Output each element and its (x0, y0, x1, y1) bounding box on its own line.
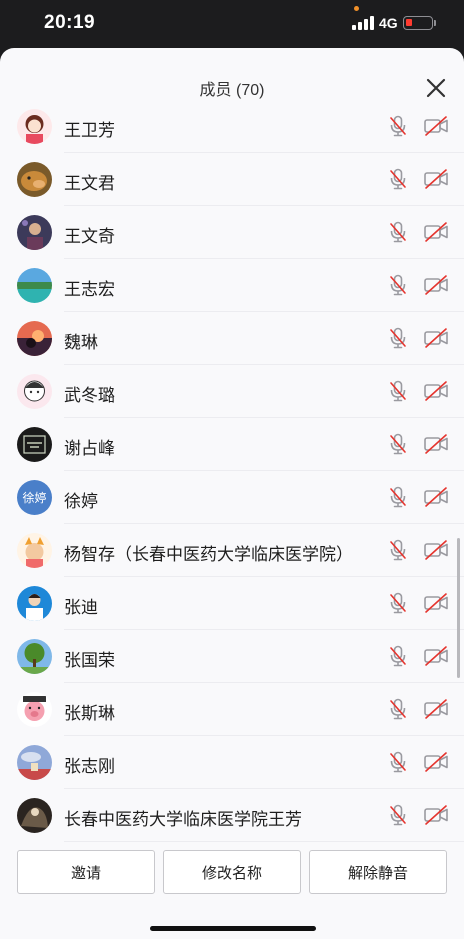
member-row[interactable]: 长春中医药大学临床医学院王芳 (0, 789, 464, 842)
unmute-all-button[interactable]: 解除静音 (309, 850, 447, 894)
camera-off-icon[interactable] (423, 274, 449, 296)
camera-off-icon[interactable] (423, 168, 449, 190)
member-name: 张斯琳 (64, 704, 115, 723)
sheet-header: 成员 (70) (0, 48, 464, 110)
member-name: 徐婷 (64, 492, 98, 511)
page-title: 成员 (70) (199, 82, 265, 99)
home-indicator[interactable] (150, 926, 316, 931)
member-name: 王志宏 (64, 280, 115, 299)
mic-muted-icon[interactable] (386, 114, 410, 138)
mic-muted-icon[interactable] (386, 485, 410, 509)
close-button[interactable] (424, 76, 448, 100)
member-row[interactable]: 徐婷 徐婷 (0, 471, 464, 524)
mic-muted-icon[interactable] (386, 273, 410, 297)
member-row[interactable]: 张迪 (0, 577, 464, 630)
member-name: 张迪 (64, 598, 98, 617)
members-sheet: 成员 (70) 王卫芳王文君王文奇王志宏魏琳武冬璐谢占峰徐婷 徐婷杨智存（长春中医… (0, 48, 464, 939)
invite-button[interactable]: 邀请 (17, 850, 155, 894)
mic-muted-icon[interactable] (386, 803, 410, 827)
mic-muted-icon[interactable] (386, 326, 410, 350)
member-row[interactable]: 王文奇 (0, 206, 464, 259)
member-name: 王文奇 (64, 227, 115, 246)
status-bar: 20:19 4G (0, 0, 464, 48)
mic-muted-icon[interactable] (386, 379, 410, 403)
camera-off-icon[interactable] (423, 115, 449, 137)
sketch-girl-avatar (17, 374, 52, 409)
member-name: 张国荣 (64, 651, 115, 670)
mic-muted-icon[interactable] (386, 432, 410, 456)
camera-off-icon[interactable] (423, 221, 449, 243)
member-name: 杨智存（长春中医药大学临床医学院） (64, 545, 353, 564)
mic-muted-icon[interactable] (386, 644, 410, 668)
portrait-photo-avatar (17, 215, 52, 250)
camera-off-icon[interactable] (423, 592, 449, 614)
network-type: 4G (379, 15, 398, 31)
camera-off-icon[interactable] (423, 380, 449, 402)
sky-photo-avatar (17, 745, 52, 780)
dog-photo-avatar (17, 162, 52, 197)
camera-off-icon[interactable] (423, 804, 449, 826)
camera-off-icon[interactable] (423, 486, 449, 508)
dark-calligraphy-avatar (17, 427, 52, 462)
mic-muted-icon[interactable] (386, 220, 410, 244)
tree-photo-avatar (17, 639, 52, 674)
cartoon-pig-avatar (17, 692, 52, 727)
camera-off-icon[interactable] (423, 433, 449, 455)
camera-off-icon[interactable] (423, 698, 449, 720)
row-divider (64, 841, 464, 842)
member-name: 长春中医药大学临床医学院王芳 (64, 810, 302, 829)
status-time: 20:19 (44, 12, 96, 33)
signal-icon (352, 16, 374, 30)
dark-photo-avatar (17, 798, 52, 833)
member-row[interactable]: 武冬璐 (0, 365, 464, 418)
camera-off-icon[interactable] (423, 645, 449, 667)
initials-avatar: 徐婷 (17, 480, 52, 515)
camera-off-icon[interactable] (423, 327, 449, 349)
camera-off-icon[interactable] (423, 539, 449, 561)
member-name: 武冬璐 (64, 386, 115, 405)
member-row[interactable]: 王志宏 (0, 259, 464, 312)
person-photo-avatar (17, 586, 52, 621)
battery-cap (434, 20, 436, 26)
notification-dot (354, 6, 359, 11)
member-list[interactable]: 王卫芳王文君王文奇王志宏魏琳武冬璐谢占峰徐婷 徐婷杨智存（长春中医药大学临床医学院… (0, 106, 464, 884)
close-icon (426, 78, 446, 98)
member-name: 魏琳 (64, 333, 98, 352)
member-row[interactable]: 魏琳 (0, 312, 464, 365)
mic-muted-icon[interactable] (386, 750, 410, 774)
member-row[interactable]: 谢占峰 (0, 418, 464, 471)
member-row[interactable]: 杨智存（长春中医药大学临床医学院） (0, 524, 464, 577)
sunset-photo-avatar (17, 321, 52, 356)
mic-muted-icon[interactable] (386, 591, 410, 615)
member-row[interactable]: 王文君 (0, 153, 464, 206)
cartoon-girl-avatar (17, 109, 52, 144)
member-name: 王卫芳 (64, 121, 115, 140)
mic-muted-icon[interactable] (386, 697, 410, 721)
member-row[interactable]: 王卫芳 (0, 106, 464, 153)
member-name: 王文君 (64, 174, 115, 193)
action-bar: 邀请 修改名称 解除静音 (0, 848, 464, 908)
member-name: 谢占峰 (64, 439, 115, 458)
camera-off-icon[interactable] (423, 751, 449, 773)
scrollbar[interactable] (457, 538, 460, 678)
member-row[interactable]: 张斯琳 (0, 683, 464, 736)
mic-muted-icon[interactable] (386, 538, 410, 562)
member-row[interactable]: 张国荣 (0, 630, 464, 683)
member-name: 张志刚 (64, 757, 115, 776)
rename-button[interactable]: 修改名称 (163, 850, 301, 894)
cartoon-character-avatar (17, 533, 52, 568)
battery-icon (403, 16, 433, 30)
mic-muted-icon[interactable] (386, 167, 410, 191)
landscape-photo-avatar (17, 268, 52, 303)
member-row[interactable]: 张志刚 (0, 736, 464, 789)
